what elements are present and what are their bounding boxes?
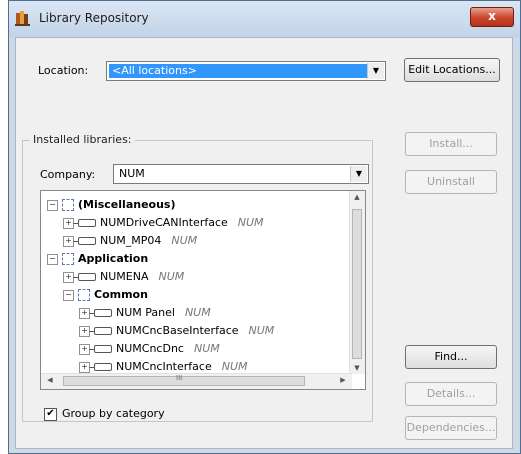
- tree-item-company: NUM: [171, 234, 198, 247]
- horizontal-scroll-thumb[interactable]: III: [63, 374, 305, 386]
- group-by-category-label: Group by category: [62, 407, 165, 420]
- tree-item-num-panel[interactable]: + NUM Panel NUM: [79, 305, 211, 321]
- category-icon: [62, 253, 74, 265]
- library-icon: [73, 237, 96, 245]
- tree-item-label: NUMDriveCANInterface: [100, 216, 228, 229]
- location-label: Location:: [38, 64, 89, 77]
- details-button[interactable]: Details...: [405, 382, 497, 406]
- tree-item-label: Application: [78, 252, 149, 265]
- close-button[interactable]: x: [470, 7, 514, 27]
- library-icon: [73, 219, 96, 227]
- tree-item-label: NUMCncDnc: [116, 342, 184, 355]
- tree-item-company: NUM: [193, 342, 220, 355]
- tree-item-label: NUMENA: [100, 270, 149, 283]
- location-dropdown[interactable]: <All locations> ▼: [106, 61, 386, 81]
- scroll-grip-icon: III: [176, 374, 183, 382]
- install-button[interactable]: Install...: [405, 132, 497, 156]
- tree-item-numena[interactable]: + NUMENA NUM: [63, 269, 184, 285]
- tree-item-label: NUMCncInterface: [116, 360, 212, 373]
- category-icon: [62, 199, 74, 211]
- uninstall-button[interactable]: Uninstall: [405, 170, 497, 194]
- library-icon: [89, 309, 112, 317]
- tree-item-company: NUM: [221, 360, 248, 373]
- tree-horizontal-scrollbar[interactable]: ◀ III ▶: [41, 373, 352, 389]
- tree-item-company: NUM: [158, 270, 185, 283]
- library-icon: [89, 345, 112, 353]
- scroll-down-arrow-icon[interactable]: ▼: [350, 364, 364, 372]
- scroll-right-arrow-icon[interactable]: ▶: [336, 376, 350, 384]
- tree-item-label: NUM Panel: [116, 306, 175, 319]
- find-button[interactable]: Find...: [405, 345, 497, 369]
- vertical-scroll-thumb[interactable]: [352, 209, 362, 359]
- dropdown-arrow-icon[interactable]: ▼: [350, 166, 367, 182]
- dropdown-arrow-icon[interactable]: ▼: [367, 63, 384, 79]
- company-label: Company:: [40, 168, 96, 181]
- tree-item-label: NUMCncBaseInterface: [116, 324, 239, 337]
- edit-locations-button[interactable]: Edit Locations...: [404, 58, 500, 82]
- library-icon: [73, 273, 96, 281]
- company-selected-value: NUM: [119, 167, 145, 180]
- category-icon: [78, 289, 90, 301]
- collapse-icon[interactable]: −: [63, 289, 74, 301]
- tree-item-numcncbaseinterface[interactable]: + NUMCncBaseInterface NUM: [79, 323, 274, 339]
- company-dropdown[interactable]: NUM ▼: [113, 164, 369, 184]
- installed-libraries-label: Installed libraries:: [30, 133, 135, 146]
- tree-vertical-scrollbar[interactable]: ▲ ▼: [349, 191, 365, 374]
- tree-item-numdrivecaninterface[interactable]: + NUMDriveCANInterface NUM: [63, 215, 264, 231]
- scroll-left-arrow-icon[interactable]: ◀: [43, 376, 57, 384]
- tree-item-label: Common: [94, 288, 148, 301]
- dependencies-button[interactable]: Dependencies...: [405, 416, 497, 440]
- tree-item-company: NUM: [248, 324, 275, 337]
- collapse-icon[interactable]: −: [47, 199, 58, 211]
- tree-item-company: NUM: [237, 216, 264, 229]
- tree-item-company: NUM: [184, 306, 211, 319]
- tree-item-miscellaneous[interactable]: − (Miscellaneous): [47, 197, 176, 213]
- library-icon: [89, 327, 112, 335]
- tree-item-application[interactable]: − Application: [47, 251, 148, 267]
- title-bar[interactable]: Library Repository x: [9, 1, 520, 37]
- tree-item-common[interactable]: − Common: [63, 287, 148, 303]
- tree-item-num-mp04[interactable]: + NUM_MP04 NUM: [63, 233, 197, 249]
- tree-item-label: (Miscellaneous): [78, 198, 176, 211]
- window-title: Library Repository: [39, 11, 149, 25]
- library-icon: [89, 363, 112, 371]
- group-by-category-checkbox[interactable]: ✔: [44, 408, 57, 421]
- library-books-icon: [15, 11, 30, 26]
- library-tree[interactable]: − (Miscellaneous) + NUMDriveCANInterface NU…: [40, 190, 366, 390]
- tree-item-numcncdnc[interactable]: + NUMCncDnc NUM: [79, 341, 220, 357]
- collapse-icon[interactable]: −: [47, 253, 58, 265]
- tree-item-label: NUM_MP04: [100, 234, 162, 247]
- location-selected-value: <All locations>: [109, 64, 367, 78]
- scroll-up-arrow-icon[interactable]: ▲: [350, 193, 364, 201]
